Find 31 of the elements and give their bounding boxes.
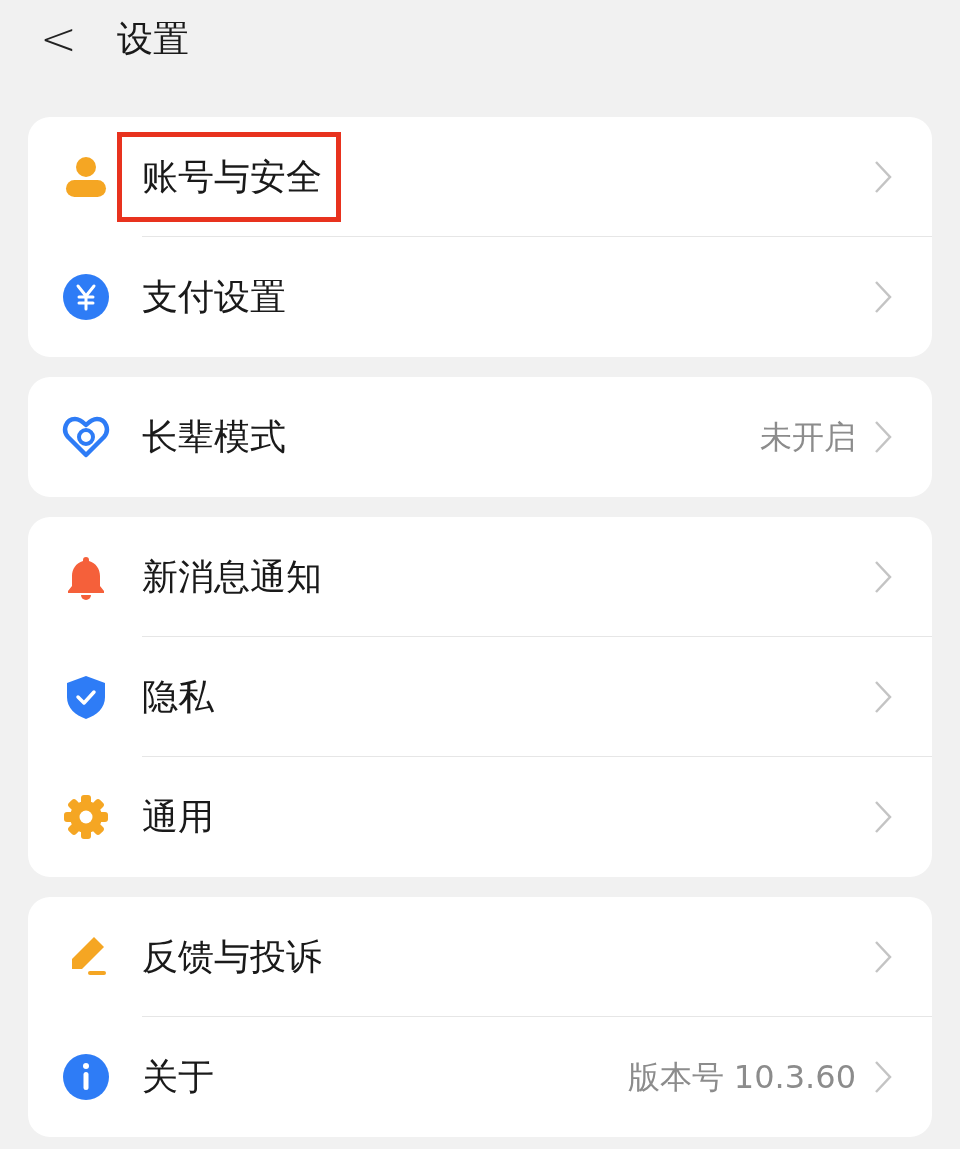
row-label: 隐私 xyxy=(142,678,214,715)
chevron-right-icon xyxy=(874,1060,892,1094)
chevron-right-icon xyxy=(874,420,892,454)
row-label: 新消息通知 xyxy=(142,558,322,595)
settings-row[interactable]: 通用 xyxy=(28,757,932,877)
settings-row[interactable]: 反馈与投诉 xyxy=(28,897,932,1017)
back-button[interactable]: < xyxy=(40,17,77,61)
row-label: 账号与安全 xyxy=(142,158,322,195)
row-label: 反馈与投诉 xyxy=(142,938,322,975)
settings-row[interactable]: 长辈模式 未开启 xyxy=(28,377,932,497)
chevron-right-icon xyxy=(874,800,892,834)
info-icon xyxy=(62,1053,110,1101)
chevron-right-icon xyxy=(874,939,892,974)
row-value: 未开启 xyxy=(760,421,856,453)
yen-icon xyxy=(62,273,110,321)
settings-row[interactable]: 新消息通知 xyxy=(28,517,932,637)
row-value: 版本号 10.3.60 xyxy=(627,1061,856,1093)
row-label: 关于 xyxy=(142,1059,214,1095)
row-label: 长辈模式 xyxy=(142,419,286,455)
settings-row[interactable]: 支付设置 xyxy=(28,237,932,357)
chevron-right-icon xyxy=(874,159,892,194)
row-label: 支付设置 xyxy=(142,279,286,315)
settings-row[interactable]: 账号与安全 xyxy=(28,117,932,237)
row-label: 通用 xyxy=(142,799,214,835)
settings-row[interactable]: 隐私 xyxy=(28,637,932,757)
chevron-right-icon xyxy=(874,679,892,714)
settings-row[interactable]: 关于 版本号 10.3.60 xyxy=(28,1017,932,1137)
chevron-right-icon xyxy=(874,559,892,594)
gear-icon xyxy=(62,793,110,841)
chevron-right-icon xyxy=(874,280,892,314)
page-title: 设置 xyxy=(116,17,189,61)
